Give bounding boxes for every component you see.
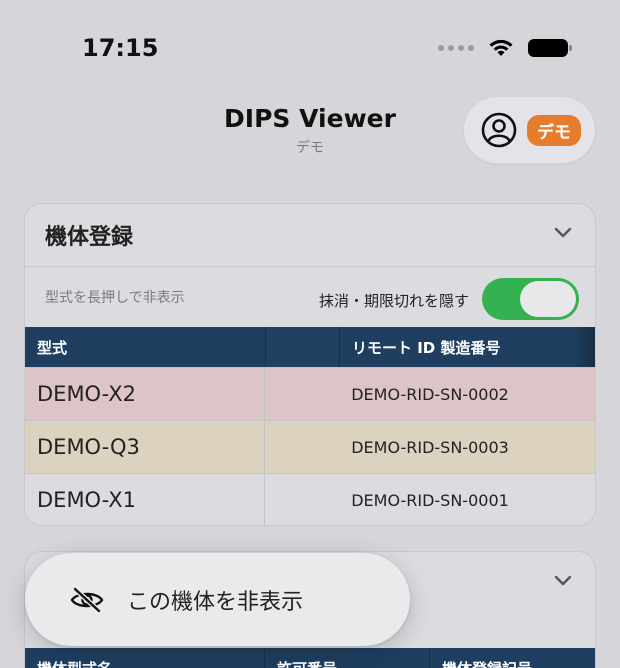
hide-expired-toggle[interactable] <box>482 278 579 320</box>
column-header-remote-id[interactable]: リモート ID 製造番号 <box>340 327 595 367</box>
cell-remote-id: DEMO-RID-SN-0002 <box>351 384 509 404</box>
hide-aircraft-menu[interactable]: この機体を非表示 <box>25 553 410 646</box>
status-icons <box>438 38 572 58</box>
table-row[interactable]: DEMO-Q3 DEMO-RID-SN-0003 <box>25 420 595 473</box>
column-header[interactable]: 機体登録記号 <box>430 648 595 668</box>
hint-text: 型式を長押しで非表示 <box>45 290 185 306</box>
toggle-knob <box>520 281 576 317</box>
aircraft-registration-card: 機体登録 型式を長押しで非表示 抹消・期限切れを隠す 型式 リモート ID 製造… <box>24 203 596 526</box>
card-header[interactable]: 機体登録 <box>25 204 595 267</box>
status-time: 17:15 <box>82 34 159 62</box>
cell-remote-id: DEMO-RID-SN-0001 <box>351 490 509 510</box>
cell-model[interactable]: DEMO-X2 <box>25 368 265 420</box>
battery-icon <box>528 39 572 57</box>
demo-badge: デモ <box>527 114 581 146</box>
hide-aircraft-label: この機体を非表示 <box>127 589 304 615</box>
column-header[interactable]: 機体型式名 <box>25 648 265 668</box>
account-circle-icon <box>481 112 517 148</box>
cell-remote-id: DEMO-RID-SN-0003 <box>351 437 509 457</box>
card-title: 機体登録 <box>45 225 134 250</box>
table-row[interactable]: DEMO-X1 DEMO-RID-SN-0001 <box>25 473 595 525</box>
eye-slash-icon <box>70 586 104 613</box>
account-button[interactable]: デモ <box>464 97 595 163</box>
chevron-down-icon[interactable] <box>553 226 573 240</box>
table-row[interactable]: DEMO-X2 DEMO-RID-SN-0002 <box>25 367 595 420</box>
wifi-icon <box>489 39 513 56</box>
scroll-fade <box>573 327 595 367</box>
toggle-label: 抹消・期限切れを隠す <box>318 292 469 310</box>
chevron-down-icon[interactable] <box>553 574 573 588</box>
column-header-blank <box>265 327 340 367</box>
card-toolbar: 型式を長押しで非表示 抹消・期限切れを隠す <box>25 267 595 327</box>
second-table-header: 機体型式名 許可番号 機体登録記号 <box>25 648 595 668</box>
column-header-model[interactable]: 型式 <box>25 327 265 367</box>
cell-model[interactable]: DEMO-Q3 <box>25 421 265 473</box>
cellular-signal-icon <box>438 45 474 51</box>
cell-model[interactable]: DEMO-X1 <box>25 474 265 525</box>
table-header: 型式 リモート ID 製造番号 <box>25 327 595 367</box>
column-header[interactable]: 許可番号 <box>265 648 430 668</box>
